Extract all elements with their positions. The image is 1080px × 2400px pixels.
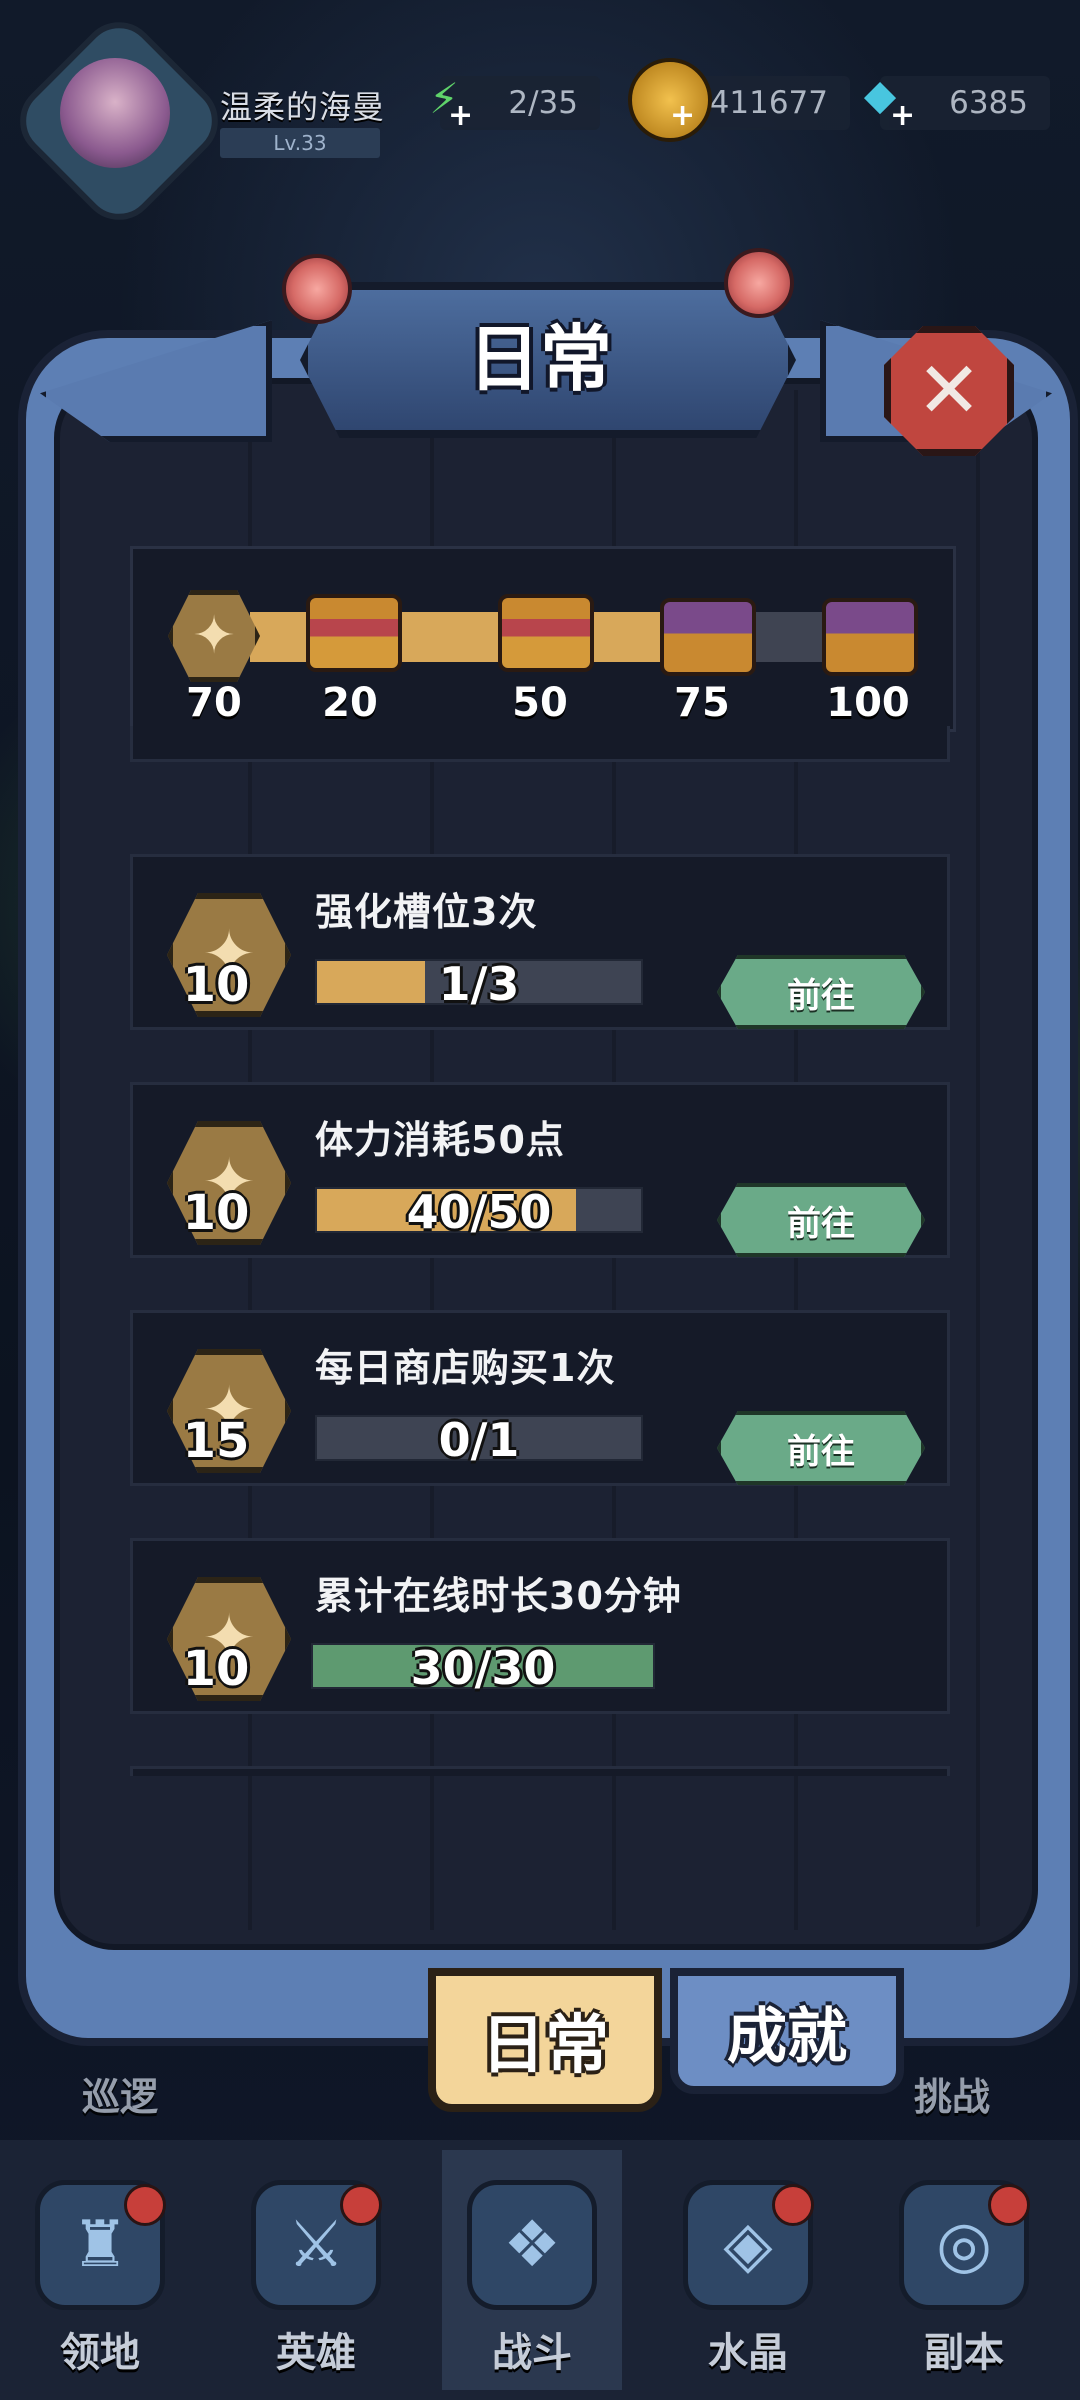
nav-item-battle[interactable]: ❖ 战斗: [442, 2150, 622, 2390]
task-row-partial: [130, 726, 950, 762]
nav-label: 副本: [924, 2330, 1004, 2376]
task-title: 体力消耗50点: [315, 1118, 565, 1162]
notification-dot: [772, 2184, 814, 2226]
task-progress-text: 40/50: [406, 1185, 552, 1239]
diamond-plus-icon[interactable]: +: [890, 98, 915, 133]
tab-daily[interactable]: 日常: [428, 1968, 662, 2112]
activity-current-value: 70: [186, 680, 242, 726]
reward-chest-20-icon[interactable]: [306, 594, 402, 672]
task-progress-bar: 0/1: [315, 1413, 643, 1467]
rose-icon: [282, 254, 352, 324]
panel-title: 日常: [467, 317, 612, 401]
nav-label: 英雄: [276, 2330, 356, 2376]
task-progress-text: 30/30: [410, 1641, 556, 1695]
stamina-plus-icon[interactable]: +: [448, 98, 473, 133]
task-title: 强化槽位3次: [315, 890, 538, 934]
task-reward: 10: [182, 1185, 250, 1241]
task-row-partial: [130, 1766, 950, 1776]
go-button[interactable]: 前往: [717, 1411, 925, 1485]
milestone-label: 50: [512, 680, 568, 726]
reward-chest-75-icon[interactable]: [660, 598, 756, 676]
task-list[interactable]: ✦ 10 强化槽位3次 1/3 前往 ✦ 10 体力消耗50点 40/50 前往…: [130, 726, 950, 1776]
nav-item-heroes[interactable]: ⚔ 英雄: [226, 2150, 406, 2390]
notification-dot: [124, 2184, 166, 2226]
task-progress-bar: 1/3: [315, 957, 643, 1011]
go-button[interactable]: 前往: [717, 1183, 925, 1257]
nav-item-territory[interactable]: ♜ 领地: [10, 2150, 190, 2390]
reward-chest-50-icon[interactable]: [498, 594, 594, 672]
task-progress-bar: 30/30: [311, 1641, 655, 1695]
task-reward: 10: [182, 957, 250, 1013]
task-title: 每日商店购买1次: [315, 1346, 616, 1390]
go-button[interactable]: 前往: [717, 955, 925, 1029]
tab-achievement[interactable]: 成就: [670, 1968, 904, 2094]
background-label-challenge: 挑战: [914, 2075, 991, 2119]
rose-icon: [724, 248, 794, 318]
nav-label: 战斗: [492, 2330, 572, 2376]
notification-dot: [988, 2184, 1030, 2226]
battle-icon: ❖: [467, 2180, 597, 2310]
milestone-label: 20: [322, 680, 378, 726]
milestone-label: 100: [826, 680, 910, 726]
star-icon: ✦: [168, 590, 260, 682]
notification-dot: [340, 2184, 382, 2226]
nav-item-dungeon[interactable]: ◎ 副本: [874, 2150, 1054, 2390]
task-row: ✦ 10 体力消耗50点 40/50 前往: [130, 1082, 950, 1258]
nav-label: 水晶: [708, 2330, 788, 2376]
player-name: 温柔的海曼: [220, 88, 386, 126]
close-button[interactable]: ✕: [884, 326, 1014, 456]
nav-label: 领地: [60, 2330, 140, 2376]
task-title: 累计在线时长30分钟: [315, 1574, 682, 1618]
background-label-patrol: 巡逻: [82, 2075, 159, 2119]
task-reward: 15: [182, 1413, 250, 1469]
player-avatar[interactable]: [60, 58, 170, 168]
task-progress-text: 0/1: [438, 1413, 520, 1467]
player-level: Lv.33: [220, 128, 380, 158]
nav-item-crystal[interactable]: ◈ 水晶: [658, 2150, 838, 2390]
milestone-label: 75: [674, 680, 730, 726]
task-row: ✦ 15 每日商店购买1次 0/1 前往: [130, 1310, 950, 1486]
activity-star-badge: ✦: [168, 590, 260, 682]
task-reward: 10: [182, 1641, 250, 1697]
task-row: ✦ 10 强化槽位3次 1/3 前往: [130, 854, 950, 1030]
gold-plus-icon[interactable]: +: [670, 98, 695, 133]
task-progress-bar: 40/50: [315, 1185, 643, 1239]
task-row: ✦ 10 累计在线时长30分钟 30/30: [130, 1538, 950, 1714]
reward-chest-100-icon[interactable]: [822, 598, 918, 676]
task-progress-text: 1/3: [438, 957, 520, 1011]
close-icon: ✕: [916, 346, 982, 436]
